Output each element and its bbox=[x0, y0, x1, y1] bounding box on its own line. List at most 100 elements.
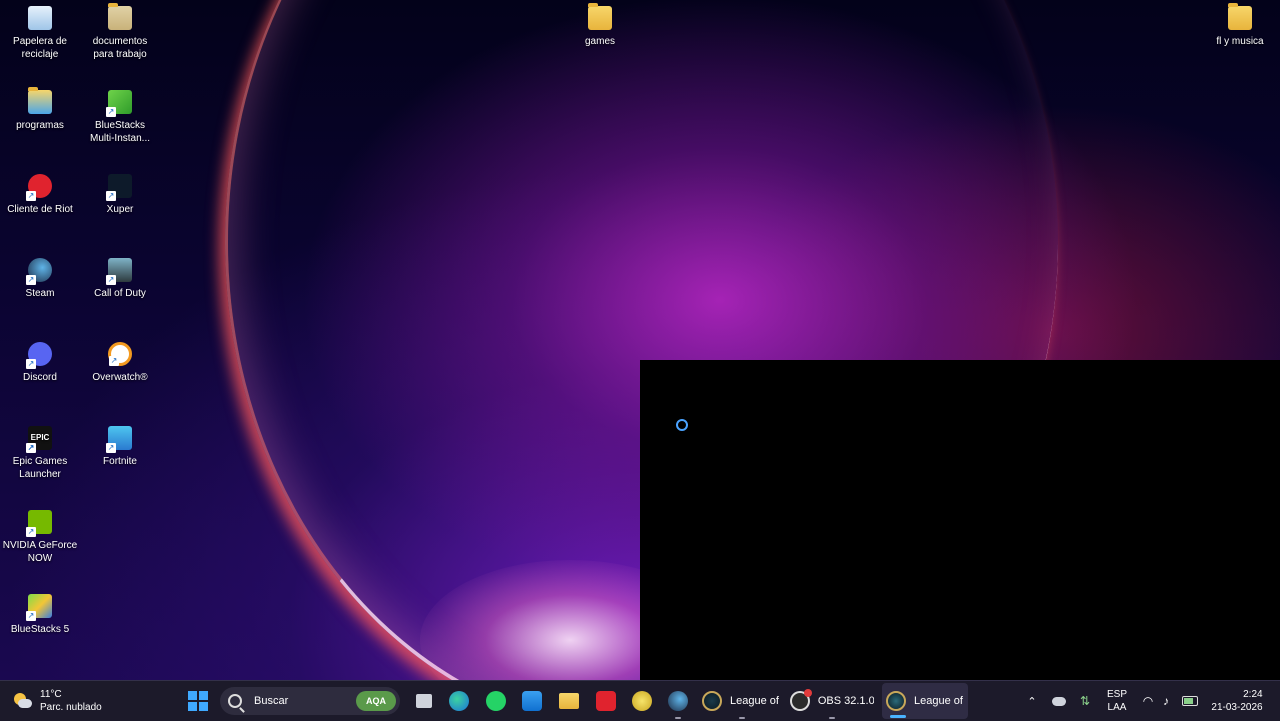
folder-icon bbox=[1228, 3, 1252, 30]
volume-icon: ♪ bbox=[1163, 694, 1169, 708]
desktop-icon-bluestacks-5[interactable]: BlueStacks 5 bbox=[2, 594, 78, 636]
show-hidden-icons-button[interactable]: ⌃ bbox=[1024, 681, 1040, 721]
taskbar-task-league-2[interactable]: League of L bbox=[882, 683, 968, 719]
desktop-icon-label: fl y musica bbox=[1216, 36, 1264, 47]
battery-icon bbox=[1182, 696, 1198, 706]
windows-logo-icon bbox=[188, 691, 208, 711]
desktop-icon-label: Call of Duty bbox=[94, 288, 146, 299]
whatsapp-icon bbox=[486, 691, 506, 711]
tray-app[interactable]: ⇅ bbox=[1076, 681, 1094, 721]
desktop-icon-xuper[interactable]: Xuper bbox=[82, 174, 158, 216]
loading-window[interactable] bbox=[640, 360, 1280, 680]
obs-icon bbox=[790, 689, 812, 711]
desktop-icon-discord[interactable]: Discord bbox=[2, 342, 78, 384]
clock-time: 2:24 bbox=[1243, 689, 1263, 700]
tray-wifi[interactable]: ◠ bbox=[1140, 681, 1156, 721]
loading-spinner-icon bbox=[676, 419, 688, 431]
task-label: League of L bbox=[914, 695, 966, 707]
desktop-icon-epic-games[interactable]: EPIC Epic Games Launcher bbox=[2, 426, 78, 481]
search-box[interactable]: Buscar AQA bbox=[220, 687, 400, 715]
weather-temperature: 11°C bbox=[40, 689, 62, 700]
search-icon bbox=[228, 694, 242, 708]
partly-cloudy-icon bbox=[12, 691, 32, 711]
overwatch-icon bbox=[108, 342, 132, 366]
desktop-icon-label: NVIDIA GeForce NOW bbox=[2, 540, 78, 564]
task-label: OBS 32.1.0 bbox=[817, 695, 874, 707]
language-indicator[interactable]: ESP LAA bbox=[1102, 681, 1132, 721]
desktop-icon-label: programas bbox=[16, 120, 64, 131]
desktop-icon-label: BlueStacks 5 bbox=[10, 624, 70, 635]
taskbar-steam[interactable] bbox=[665, 681, 691, 721]
desktop-icon-label: Epic Games Launcher bbox=[12, 456, 68, 480]
start-button[interactable] bbox=[186, 681, 210, 721]
taskbar-store[interactable] bbox=[519, 681, 545, 721]
league-of-legends-icon bbox=[702, 691, 722, 711]
taskbar-task-view[interactable] bbox=[411, 681, 437, 721]
cloud-icon bbox=[1052, 696, 1066, 706]
keyboard-layout: LAA bbox=[1107, 702, 1127, 713]
bluestacks-multi-instance-icon bbox=[106, 90, 132, 117]
taskbar-lol-tool[interactable] bbox=[629, 681, 655, 721]
desktop-icon-geforce-now[interactable]: NVIDIA GeForce NOW bbox=[2, 510, 78, 565]
language-code: ESP bbox=[1106, 689, 1127, 700]
chevron-up-icon: ⌃ bbox=[1027, 695, 1037, 708]
discord-icon bbox=[26, 342, 52, 369]
epic-games-icon: EPIC bbox=[26, 426, 52, 453]
folder-icon bbox=[588, 3, 612, 30]
desktop-icon-label: BlueStacks Multi-Instan... bbox=[89, 120, 151, 144]
steam-icon bbox=[668, 691, 688, 711]
nvidia-geforce-now-icon bbox=[26, 510, 52, 537]
folder-icon bbox=[108, 3, 132, 30]
clock-date: 21-03-2026 bbox=[1211, 702, 1263, 713]
search-highlight-icon: AQA bbox=[356, 691, 396, 711]
task-label: League of bbox=[730, 695, 779, 707]
desktop-icon-recycle-bin[interactable]: Papelera de reciclaje bbox=[2, 6, 78, 61]
league-of-legends-icon bbox=[886, 691, 906, 711]
edge-icon bbox=[449, 691, 469, 711]
recycle-bin-icon bbox=[28, 6, 52, 30]
desktop-icon-label: games bbox=[584, 36, 615, 47]
desktop-icon-label: Papelera de reciclaje bbox=[13, 36, 67, 60]
weather-condition: Parc. nublado bbox=[40, 702, 102, 713]
clock[interactable]: 2:24 21-03-2026 bbox=[1206, 681, 1268, 721]
wifi-icon: ◠ bbox=[1142, 694, 1154, 708]
taskbar-task-league-1[interactable]: League of bbox=[702, 681, 782, 721]
call-of-duty-icon bbox=[106, 258, 132, 285]
taskbar-riot-client[interactable] bbox=[593, 681, 619, 721]
task-view-icon bbox=[416, 694, 432, 708]
riot-client-icon bbox=[596, 691, 616, 711]
desktop-icon-riot-client[interactable]: Cliente de Riot bbox=[2, 174, 78, 216]
taskbar: 11°C Parc. nublado Buscar AQA League of bbox=[0, 680, 1280, 721]
desktop-icon-overwatch[interactable]: Overwatch® bbox=[82, 342, 158, 384]
desktop-icon-bluestacks-multi[interactable]: BlueStacks Multi-Instan... bbox=[82, 90, 158, 145]
search-placeholder: Buscar bbox=[254, 695, 289, 707]
steam-icon bbox=[26, 258, 52, 285]
taskbar-whatsapp[interactable] bbox=[483, 681, 509, 721]
desktop-icon-label: Discord bbox=[23, 372, 57, 383]
weather-widget[interactable]: 11°C Parc. nublado bbox=[12, 681, 122, 721]
desktop-icon-fl-y-musica[interactable]: fl y musica bbox=[1202, 3, 1278, 48]
tray-battery[interactable] bbox=[1180, 681, 1200, 721]
folder-icon bbox=[28, 87, 52, 114]
desktop-icon-fortnite[interactable]: Fortnite bbox=[82, 426, 158, 468]
desktop-icon-games[interactable]: games bbox=[562, 3, 638, 48]
xuper-icon bbox=[106, 174, 132, 201]
desktop-icon-label: Xuper bbox=[106, 204, 134, 215]
desktop-icon-documentos[interactable]: documentos para trabajo bbox=[82, 3, 158, 61]
desktop-icon-programas[interactable]: programas bbox=[2, 87, 78, 132]
desktop-icon-call-of-duty[interactable]: Call of Duty bbox=[82, 258, 158, 300]
search-highlight-text: AQA bbox=[366, 696, 386, 706]
tray-onedrive[interactable] bbox=[1050, 681, 1068, 721]
riot-client-icon bbox=[26, 174, 52, 201]
taskbar-edge[interactable] bbox=[446, 681, 472, 721]
tray-volume[interactable]: ♪ bbox=[1158, 681, 1174, 721]
desktop-icon-label: Cliente de Riot bbox=[7, 204, 73, 215]
lol-helper-icon bbox=[632, 691, 652, 711]
folder-icon bbox=[559, 693, 579, 709]
desktop-icon-label: Overwatch® bbox=[92, 372, 148, 383]
desktop-icon-label: Steam bbox=[25, 288, 55, 299]
taskbar-task-obs[interactable]: OBS 32.1.0 bbox=[790, 681, 874, 721]
taskbar-file-explorer[interactable] bbox=[556, 681, 582, 721]
bluestacks-icon bbox=[26, 594, 52, 621]
desktop-icon-steam[interactable]: Steam bbox=[2, 258, 78, 300]
